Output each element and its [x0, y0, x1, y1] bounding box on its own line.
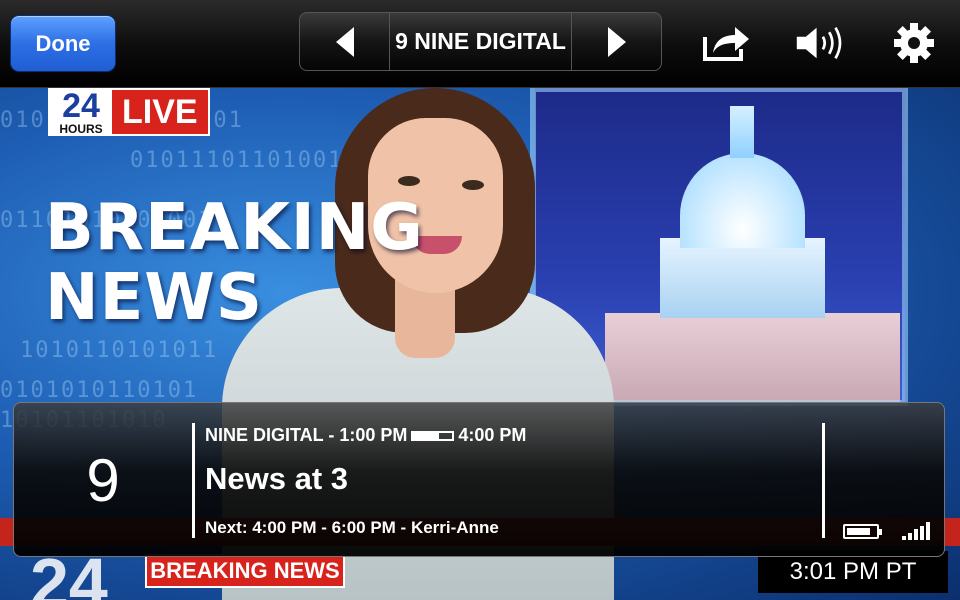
broadcast-clock: 3:01 PM PT — [758, 551, 948, 593]
program-time-line: NINE DIGITAL - 1:00 PM 4:00 PM — [205, 425, 526, 446]
next-channel-button[interactable] — [571, 13, 661, 70]
program-progress-fill — [413, 432, 440, 439]
signal-bar — [926, 522, 930, 540]
binary-background-text: 1010110101011 — [20, 338, 219, 363]
badge-24: 24 HOURS — [50, 88, 112, 136]
anchor-eye — [462, 180, 484, 190]
next-program: Next: 4:00 PM - 6:00 PM - Kerri-Anne — [205, 518, 499, 537]
battery-level — [847, 528, 871, 535]
signal-strength-icon — [902, 522, 930, 540]
binary-background-text: 0101010110101 — [0, 378, 199, 403]
program-info-panel[interactable]: 9 NINE DIGITAL - 1:00 PM 4:00 PM News at… — [13, 402, 945, 557]
previous-channel-button[interactable] — [300, 13, 390, 70]
live-badge: 24 HOURS LIVE — [48, 88, 210, 136]
breaking-line-2: NEWS — [45, 261, 263, 335]
chevron-right-icon — [607, 26, 626, 57]
battery-icon — [843, 524, 882, 539]
chevron-left-icon — [335, 26, 354, 57]
channel-number: 9 — [86, 447, 120, 514]
volume-button[interactable] — [795, 18, 849, 68]
signal-bar — [920, 525, 924, 540]
share-icon — [703, 27, 749, 61]
program-title: News at 3 — [205, 461, 349, 496]
channel-title: 9 NINE DIGITAL — [395, 28, 566, 54]
program-progress-bar — [411, 430, 455, 441]
badge-hours: HOURS — [59, 122, 103, 136]
settings-button[interactable] — [887, 18, 941, 68]
program-end-time: 4:00 PM — [458, 425, 527, 445]
badge-live: LIVE — [112, 90, 208, 134]
top-toolbar: Done 9 NINE DIGITAL — [0, 0, 960, 88]
channel-navigator: 9 NINE DIGITAL — [299, 12, 662, 71]
volume-icon — [796, 27, 842, 59]
badge-number: 24 — [62, 88, 100, 125]
done-button[interactable]: Done — [10, 15, 116, 72]
breaking-news-graphic: BREAKING NEWS — [45, 193, 424, 333]
breaking-line-1: BREAKING — [45, 191, 424, 265]
anchor-eye — [398, 176, 420, 186]
share-button[interactable] — [699, 18, 753, 68]
signal-bar — [902, 536, 906, 540]
signal-bar — [908, 532, 912, 540]
gear-icon — [894, 23, 934, 63]
panel-divider — [192, 423, 195, 538]
ticker-breaking-news: BREAKING NEWS — [145, 554, 345, 588]
signal-bar — [914, 529, 918, 540]
panel-divider — [822, 423, 825, 538]
channel-time-label: NINE DIGITAL - 1:00 PM — [205, 425, 408, 445]
